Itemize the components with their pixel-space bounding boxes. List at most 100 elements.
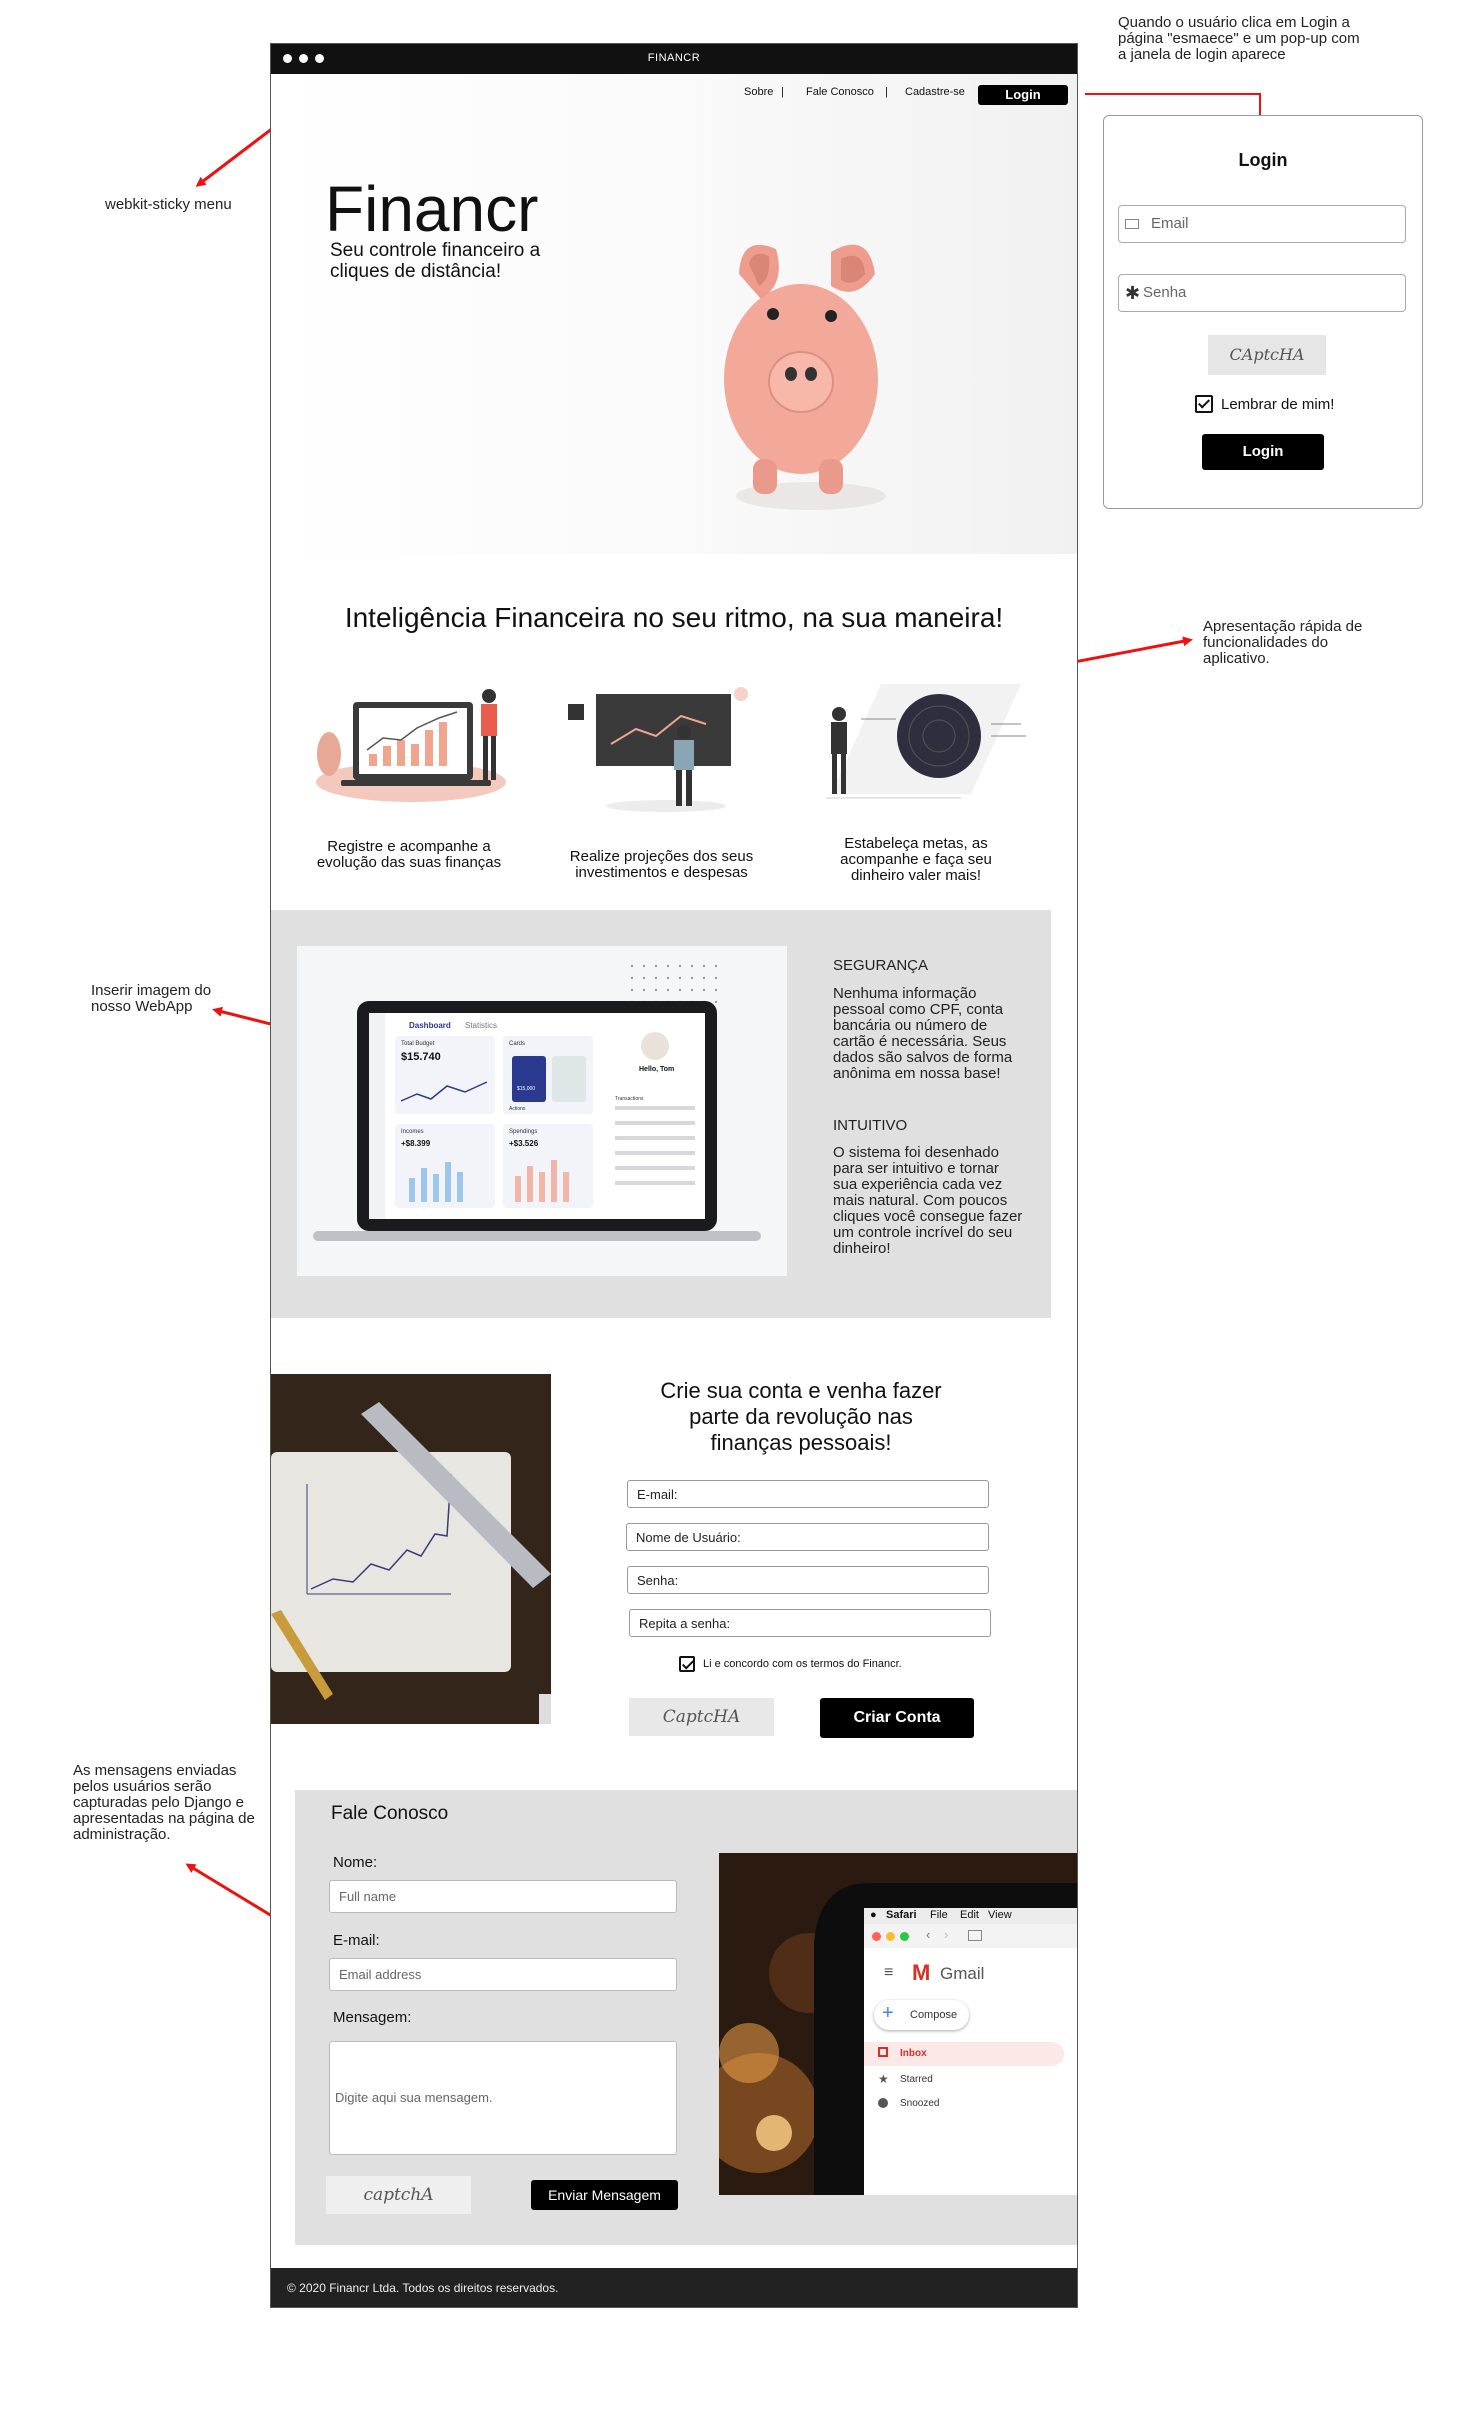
security-text: Nenhuma informação pessoal como CPF, con…: [833, 985, 1013, 1082]
window-title: FINANCR: [647, 52, 701, 64]
asterisk-icon: ✱: [1125, 283, 1141, 303]
compose-button[interactable]: + Compose: [874, 2000, 969, 2030]
webapp-image-frame: Dashboard Statistics Total Budget $15.74…: [297, 946, 787, 1276]
footer-text: © 2020 Financr Ltda. Todos os direitos r…: [287, 2281, 559, 2295]
nav-separator: |: [885, 86, 888, 98]
signup-captcha[interactable]: CaptcHA: [629, 1698, 774, 1736]
intuitive-text: O sistema foi desenhado para ser intuiti…: [833, 1144, 1023, 1257]
signup-username-field[interactable]: Nome de Usuário:: [626, 1523, 989, 1551]
contact-email-label: E-mail:: [333, 1932, 380, 1949]
dashboard-spendings-value: +$3.526: [509, 1139, 539, 1148]
login-password-placeholder: Senha: [1143, 284, 1187, 301]
nav-signup-link[interactable]: Cadastre-se: [905, 86, 965, 98]
apple-icon: ●: [870, 1909, 877, 1921]
dashboard-incomes-label: Incomes: [401, 1129, 424, 1135]
hero-section: [271, 74, 1077, 554]
terms-label: Li e concordo com os termos do Financr.: [703, 1658, 902, 1670]
remember-me-label: Lembrar de mim!: [1221, 396, 1335, 413]
dashboard-tab-statistics[interactable]: Statistics: [465, 1021, 497, 1030]
dashboard-transactions-label: Transactions: [615, 1096, 644, 1102]
sidebar-icon[interactable]: [968, 1930, 982, 1941]
signup-title: Crie sua conta e venha fazer parte da re…: [660, 1378, 942, 1455]
dashboard-tab-active[interactable]: Dashboard: [409, 1021, 451, 1030]
contact-title: Fale Conosco: [331, 1803, 449, 1824]
signup-email-field[interactable]: E-mail:: [627, 1480, 989, 1508]
signup-password-field[interactable]: Senha:: [627, 1566, 989, 1594]
dashboard-actions-label: Actions: [509, 1106, 526, 1112]
intuitive-title: INTUITIVO: [833, 1117, 908, 1134]
app-window: FINANCR Financr Seu controle financeiro …: [270, 43, 1078, 2308]
contact-name-input[interactable]: Full name: [329, 1880, 677, 1913]
contact-captcha[interactable]: captchA: [326, 2176, 471, 2214]
contact-email-input[interactable]: Email address: [329, 1958, 677, 1991]
login-submit-button[interactable]: Login: [1202, 434, 1324, 470]
footer: © 2020 Financr Ltda. Todos os direitos r…: [271, 2268, 1077, 2307]
remember-me-checkbox[interactable]: [1195, 395, 1213, 413]
piggy-bank-image: [724, 244, 886, 510]
feature-illustration-projection: [568, 687, 748, 812]
zoom-dot-icon[interactable]: [900, 1932, 909, 1941]
menu-view[interactable]: View: [988, 1909, 1012, 1921]
nav-about-link[interactable]: Sobre: [744, 86, 773, 98]
snoozed-label[interactable]: Snoozed: [900, 2098, 939, 2109]
contact-message-label: Mensagem:: [333, 2009, 412, 2026]
desk-chart-image: [271, 1374, 551, 1724]
gmail-laptop-image: ● Safari File Edit View ‹ › ≡ M Gmail + …: [719, 1853, 1077, 2195]
inbox-item[interactable]: Inbox: [864, 2042, 1064, 2066]
mac-menu-bar: ● Safari File Edit View: [864, 1908, 1077, 1924]
dashboard-budget-value: $15.740: [401, 1051, 441, 1063]
nav-contact-link[interactable]: Fale Conosco: [806, 86, 874, 98]
forward-arrow-icon[interactable]: ›: [944, 1927, 948, 1942]
features-title: Inteligência Financeira no seu ritmo, na…: [344, 602, 1004, 633]
feature-label-register: Registre e acompanhe a evolução das suas…: [316, 838, 502, 871]
dashboard-spendings-label: Spendings: [509, 1129, 538, 1135]
dashboard-user-greeting: Hello, Tom: [639, 1066, 675, 1073]
dashboard-cards-label: Cards: [509, 1041, 526, 1047]
contact-message-textarea[interactable]: Digite aqui sua mensagem.: [329, 2041, 677, 2155]
security-title: SEGURANÇA: [833, 957, 929, 974]
compose-label: Compose: [910, 2009, 958, 2021]
back-arrow-icon[interactable]: ‹: [926, 1927, 930, 1942]
brand-title: Financr: [325, 173, 539, 245]
login-email-placeholder: Email: [1151, 215, 1189, 232]
login-password-input[interactable]: ✱ Senha: [1118, 274, 1406, 312]
login-popup-title: Login: [1238, 150, 1288, 170]
login-popup: Login Email ✱ Senha CAptcHA Lembrar de m…: [1103, 115, 1423, 509]
gmail-app-name: Gmail: [940, 1964, 985, 1983]
nav-separator: |: [781, 86, 784, 98]
hamburger-menu-icon[interactable]: ≡: [884, 1964, 893, 1982]
login-captcha[interactable]: CAptcHA: [1208, 335, 1326, 375]
feature-illustration-growth: [316, 689, 506, 802]
gmail-logo-icon: M: [912, 1960, 931, 1985]
send-message-button[interactable]: Enviar Mensagem: [531, 2180, 678, 2210]
inbox-label: Inbox: [900, 2048, 927, 2059]
signup-repeat-password-field[interactable]: Repita a senha:: [629, 1609, 991, 1637]
inbox-icon: [878, 2047, 888, 2057]
menu-file[interactable]: File: [930, 1909, 948, 1921]
feature-label-goals: Estabeleça metas, as acompanhe e faça se…: [840, 835, 992, 884]
nav-login-button[interactable]: Login: [978, 85, 1068, 105]
login-email-input[interactable]: Email: [1118, 205, 1406, 243]
close-dot-icon[interactable]: [872, 1932, 881, 1941]
plus-icon: +: [882, 2002, 894, 2024]
laptop-dashboard-image: [313, 964, 761, 1241]
dashboard-incomes-value: +$8.399: [401, 1139, 431, 1148]
terms-checkbox[interactable]: [679, 1656, 695, 1672]
feature-label-projection: Realize projeções dos seus investimentos…: [569, 848, 754, 881]
feature-illustration-goals: [826, 684, 1026, 799]
clock-icon[interactable]: [878, 2098, 888, 2108]
minimize-dot-icon[interactable]: [886, 1932, 895, 1941]
menu-safari[interactable]: Safari: [886, 1909, 917, 1921]
envelope-icon: [1125, 219, 1139, 229]
star-icon[interactable]: ★: [878, 2072, 889, 2086]
title-bar: FINANCR: [271, 44, 1077, 74]
gmail-screen: ● Safari File Edit View ‹ › ≡ M Gmail + …: [864, 1908, 1077, 2195]
dashboard-budget-label: Total Budget: [401, 1041, 435, 1047]
dashboard-card-value: $15,000: [517, 1086, 536, 1092]
safari-toolbar: ‹ ›: [864, 1924, 1077, 1948]
create-account-button[interactable]: Criar Conta: [820, 1698, 974, 1738]
menu-edit[interactable]: Edit: [960, 1909, 979, 1921]
contact-name-label: Nome:: [333, 1854, 378, 1871]
starred-label[interactable]: Starred: [900, 2074, 933, 2085]
hero-tagline: Seu controle financeiro a cliques de dis…: [330, 240, 541, 282]
